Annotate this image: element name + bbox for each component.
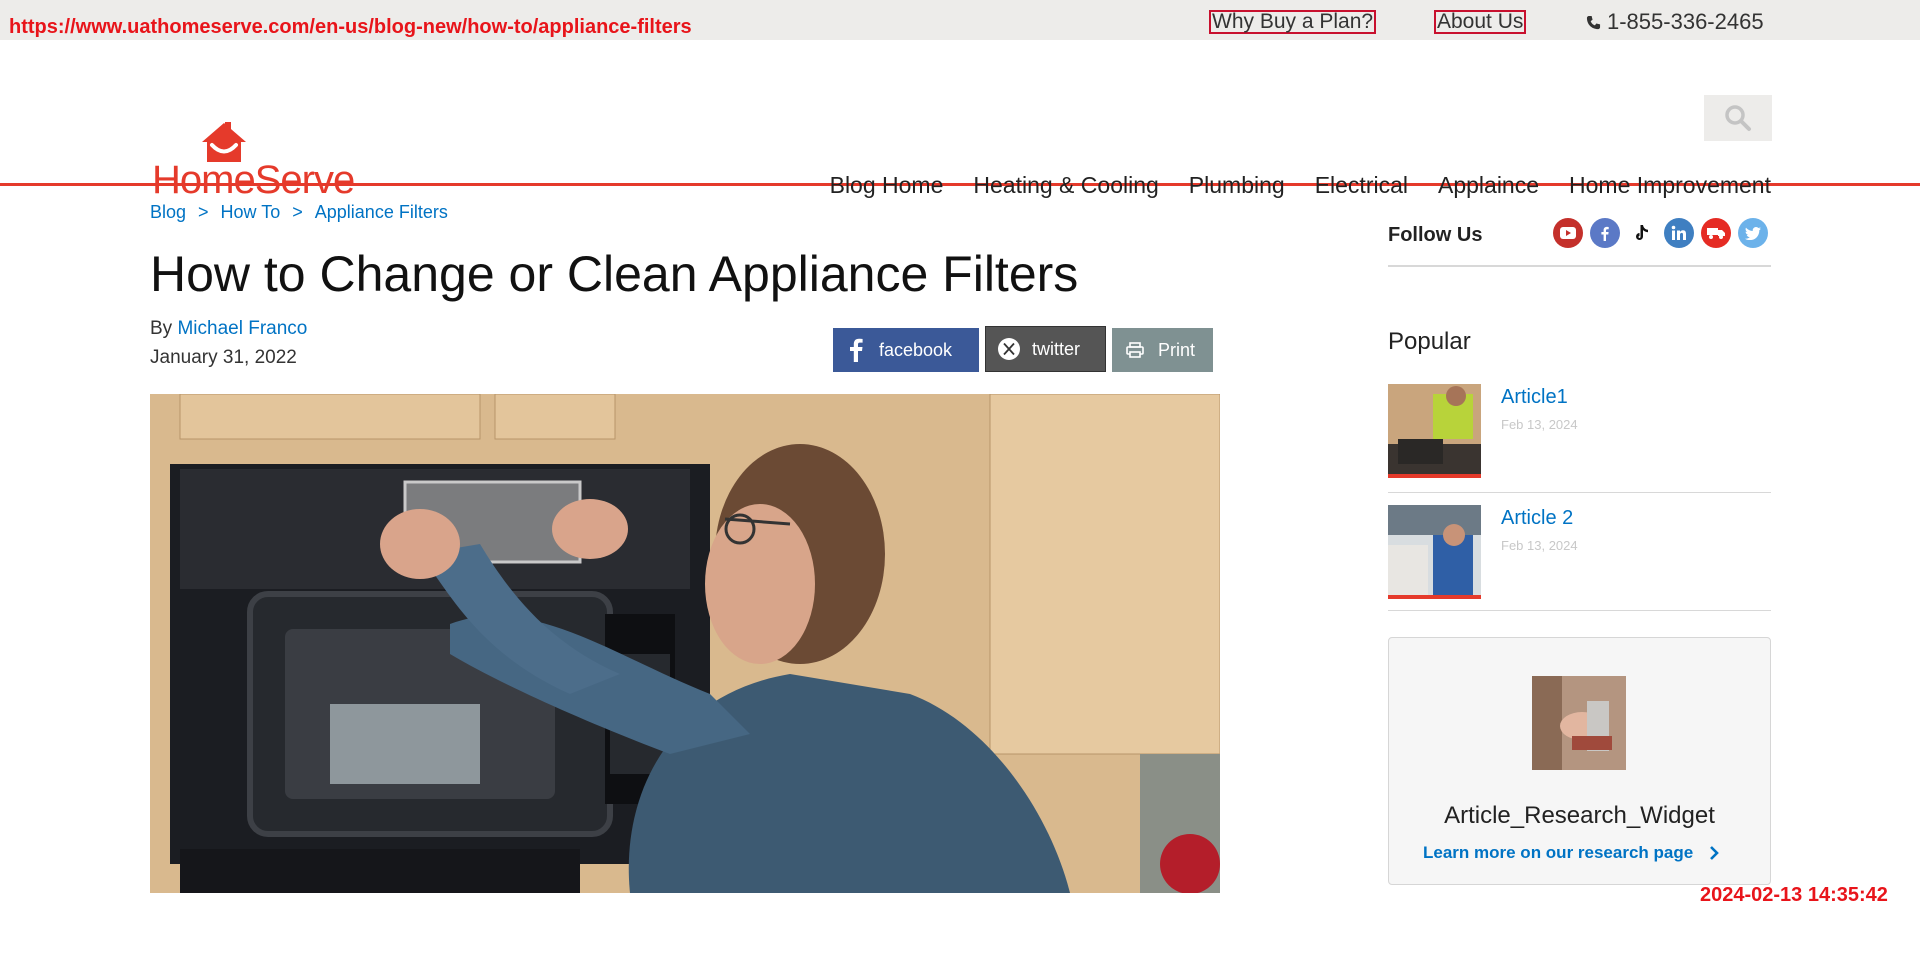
- research-page-link[interactable]: Learn more on our research page: [1423, 843, 1720, 863]
- share-facebook-button[interactable]: facebook: [833, 328, 979, 372]
- linkedin-icon[interactable]: [1664, 218, 1694, 248]
- nav-plumbing[interactable]: Plumbing: [1189, 172, 1285, 199]
- follow-us-label: Follow Us: [1388, 224, 1483, 246]
- breadcrumb-appliance-filters[interactable]: Appliance Filters: [315, 202, 448, 223]
- logo-wordmark: HomeServe: [152, 158, 355, 202]
- article-title-link[interactable]: Article 2: [1501, 507, 1573, 530]
- search-icon: [1725, 105, 1751, 131]
- article-thumbnail[interactable]: [1388, 384, 1481, 478]
- about-us-link[interactable]: About Us: [1434, 10, 1527, 34]
- twitter-icon[interactable]: [1738, 218, 1768, 248]
- article-thumbnail[interactable]: [1388, 505, 1481, 599]
- site-header: HomeServe Blog Home Heating & Cooling Pl…: [0, 40, 1920, 202]
- article-title-link[interactable]: Article1: [1501, 386, 1568, 409]
- popular-article[interactable]: Article 2 Feb 13, 2024: [1388, 505, 1771, 611]
- nav-heating-cooling[interactable]: Heating & Cooling: [973, 172, 1158, 199]
- byline: By Michael Franco: [150, 318, 307, 340]
- print-label: Print: [1158, 339, 1196, 360]
- breadcrumb-separator: >: [292, 202, 303, 222]
- youtube-icon[interactable]: [1553, 218, 1583, 248]
- research-link-label: Learn more on our research page: [1423, 843, 1694, 862]
- homeserve-logo[interactable]: HomeServe: [152, 80, 368, 202]
- popular-heading: Popular: [1388, 328, 1471, 355]
- chevron-right-icon: [1710, 846, 1720, 860]
- article-date: Feb 13, 2024: [1501, 538, 1578, 553]
- main-nav: Blog Home Heating & Cooling Plumbing Ele…: [830, 172, 1771, 199]
- utility-bar: https://www.uathomeserve.com/en-us/blog-…: [0, 0, 1920, 40]
- publish-date: January 31, 2022: [150, 347, 297, 368]
- nav-home-improvement[interactable]: Home Improvement: [1569, 172, 1771, 199]
- social-links: [1553, 218, 1768, 248]
- article-title: How to Change or Clean Appliance Filters: [150, 246, 1079, 302]
- nav-electrical[interactable]: Electrical: [1315, 172, 1408, 199]
- facebook-icon: [833, 338, 879, 362]
- breadcrumb-blog[interactable]: Blog: [150, 202, 186, 223]
- url-overlay: https://www.uathomeserve.com/en-us/blog-…: [9, 16, 692, 38]
- phone-number: 1-855-336-2465: [1607, 9, 1764, 34]
- nav-blog-home[interactable]: Blog Home: [830, 172, 944, 199]
- share-facebook-label: facebook: [879, 339, 953, 360]
- printer-icon: [1112, 342, 1158, 358]
- share-twitter-button[interactable]: twitter: [985, 326, 1106, 372]
- research-widget: Article_Research_Widget Learn more on ou…: [1388, 637, 1771, 885]
- widget-image: [1532, 676, 1626, 770]
- breadcrumb-separator: >: [198, 202, 209, 222]
- truck-icon[interactable]: [1701, 218, 1731, 248]
- divider: [1388, 492, 1771, 493]
- why-buy-a-plan-link[interactable]: Why Buy a Plan?: [1209, 10, 1377, 34]
- byline-prefix: By: [150, 318, 173, 339]
- phone-icon: [1586, 15, 1601, 29]
- article-date: Feb 13, 2024: [1501, 417, 1578, 432]
- search-button[interactable]: [1704, 95, 1772, 141]
- article-hero-image: [150, 394, 1220, 893]
- timestamp-overlay: 2024-02-13 14:35:42: [1700, 884, 1888, 906]
- divider: [1388, 610, 1771, 611]
- facebook-icon[interactable]: [1590, 218, 1620, 248]
- phone-link[interactable]: 1-855-336-2465: [1586, 9, 1764, 35]
- nav-appliance[interactable]: Applaince: [1438, 172, 1539, 199]
- x-twitter-icon: [986, 337, 1032, 361]
- print-button[interactable]: Print: [1112, 328, 1213, 372]
- breadcrumb-how-to[interactable]: How To: [221, 202, 281, 223]
- author-link[interactable]: Michael Franco: [177, 318, 307, 339]
- widget-title: Article_Research_Widget: [1444, 802, 1715, 829]
- divider: [1388, 265, 1771, 267]
- breadcrumb: Blog > How To > Appliance Filters: [150, 202, 448, 223]
- share-twitter-label: twitter: [1032, 338, 1081, 359]
- popular-article[interactable]: Article1 Feb 13, 2024: [1388, 384, 1771, 492]
- tiktok-icon[interactable]: [1627, 218, 1657, 248]
